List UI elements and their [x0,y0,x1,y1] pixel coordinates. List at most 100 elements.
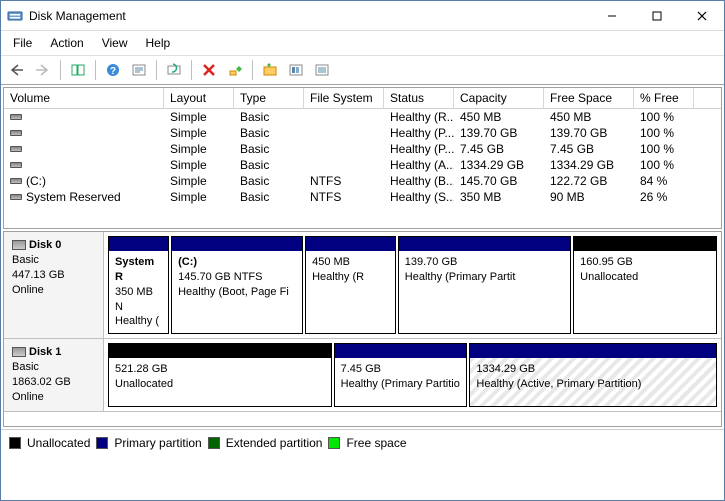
partition-status: Healthy (Boot, Page Fi [178,285,296,300]
partition-size: 139.70 GB [405,255,564,270]
col-header-volume[interactable]: Volume [4,88,164,108]
back-button[interactable] [5,59,29,81]
settings-button[interactable] [284,59,308,81]
partition-stripe [172,237,302,251]
legend-label-extended: Extended partition [226,436,323,450]
col-header-status[interactable]: Status [384,88,454,108]
volume-list-header: Volume Layout Type File System Status Ca… [4,88,721,109]
partition-body: 139.70 GBHealthy (Primary Partit [399,251,570,333]
volume-icon [10,130,22,136]
disk-name: Disk 0 [29,239,61,251]
partition-size: 350 MB N [115,285,162,315]
volume-status: Healthy (P... [384,141,454,157]
volume-layout: Simple [164,141,234,157]
partition-name: (C:) [178,255,296,270]
volume-row[interactable]: System ReservedSimpleBasicNTFSHealthy (S… [4,189,721,205]
disk-size: 1863.02 GB [12,375,95,390]
help-button[interactable]: ? [101,59,125,81]
partition-unallocated[interactable]: 521.28 GBUnallocated [108,343,332,406]
maximize-button[interactable] [634,1,679,30]
partition-size: 160.95 GB [580,255,710,270]
partition-name: System R [115,255,162,285]
partition-primary[interactable]: 450 MBHealthy (R [305,236,396,334]
col-header-fs[interactable]: File System [304,88,384,108]
volume-layout: Simple [164,109,234,125]
disk-info[interactable]: Disk 1Basic1863.02 GBOnline [4,339,104,410]
volume-pct: 100 % [634,157,694,173]
legend-label-primary: Primary partition [114,436,201,450]
forward-button[interactable] [31,59,55,81]
minimize-button[interactable] [589,1,634,30]
partition-status: Healthy (Primary Partitio [341,377,461,392]
partition-stripe [306,237,395,251]
col-header-layout[interactable]: Layout [164,88,234,108]
menu-file[interactable]: File [5,33,40,53]
volume-row[interactable]: (C:)SimpleBasicNTFSHealthy (B...145.70 G… [4,173,721,189]
list-button[interactable] [310,59,334,81]
volume-name: (C:) [26,174,46,188]
legend-label-free: Free space [346,436,406,450]
disk-info[interactable]: Disk 0Basic447.13 GBOnline [4,232,104,338]
partition-size: 7.45 GB [341,362,461,377]
volume-fs [304,157,384,173]
col-header-capacity[interactable]: Capacity [454,88,544,108]
volume-icon [10,162,22,168]
partition-status: Unallocated [115,377,325,392]
new-button[interactable] [223,59,247,81]
volume-pct: 26 % [634,189,694,205]
volume-type: Basic [234,173,304,189]
partition-unallocated[interactable]: 160.95 GBUnallocated [573,236,717,334]
volume-capacity: 1334.29 GB [454,157,544,173]
disk-type: Basic [12,253,95,268]
volume-fs [304,141,384,157]
partition-primary[interactable]: 7.45 GBHealthy (Primary Partitio [334,343,468,406]
disk-map[interactable]: Disk 0Basic447.13 GBOnlineSystem R350 MB… [3,231,722,427]
volume-capacity: 145.70 GB [454,173,544,189]
volume-free: 122.72 GB [544,173,634,189]
volume-row[interactable]: SimpleBasicHealthy (P...7.45 GB7.45 GB10… [4,141,721,157]
partition-primary[interactable]: 139.70 GBHealthy (Primary Partit [398,236,571,334]
volume-type: Basic [234,125,304,141]
title-bar: Disk Management [1,1,724,31]
disk-state: Online [12,390,95,405]
partition-primary[interactable]: 1334.29 GBHealthy (Active, Primary Parti… [469,343,717,406]
delete-button[interactable] [197,59,221,81]
volume-row[interactable]: SimpleBasicHealthy (P...139.70 GB139.70 … [4,125,721,141]
menu-help[interactable]: Help [138,33,179,53]
partition-body: 450 MBHealthy (R [306,251,395,333]
volume-free: 1334.29 GB [544,157,634,173]
volume-list[interactable]: Volume Layout Type File System Status Ca… [3,87,722,229]
volume-capacity: 139.70 GB [454,125,544,141]
volume-fs: NTFS [304,173,384,189]
partition-stripe [470,344,716,358]
show-hide-button[interactable] [66,59,90,81]
volume-icon [10,114,22,120]
volume-type: Basic [234,157,304,173]
partition-status: Healthy (Primary Partit [405,270,564,285]
volume-row[interactable]: SimpleBasicHealthy (R...450 MB450 MB100 … [4,109,721,125]
partition-primary[interactable]: System R350 MB NHealthy ( [108,236,169,334]
menu-bar: File Action View Help [1,31,724,55]
col-header-type[interactable]: Type [234,88,304,108]
volume-pct: 100 % [634,109,694,125]
open-button[interactable] [258,59,282,81]
partition-primary[interactable]: (C:)145.70 GB NTFSHealthy (Boot, Page Fi [171,236,303,334]
menu-view[interactable]: View [94,33,136,53]
col-header-pct[interactable]: % Free [634,88,694,108]
disk-icon [12,347,26,357]
volume-layout: Simple [164,173,234,189]
volume-free: 450 MB [544,109,634,125]
volume-row[interactable]: SimpleBasicHealthy (A...1334.29 GB1334.2… [4,157,721,173]
volume-capacity: 350 MB [454,189,544,205]
close-button[interactable] [679,1,724,30]
properties-button[interactable] [127,59,151,81]
partition-size: 450 MB [312,255,389,270]
volume-layout: Simple [164,189,234,205]
menu-action[interactable]: Action [42,33,91,53]
legend-swatch-unallocated [9,437,21,449]
volume-fs: NTFS [304,189,384,205]
volume-fs [304,125,384,141]
refresh-button[interactable] [162,59,186,81]
col-header-free[interactable]: Free Space [544,88,634,108]
volume-status: Healthy (P... [384,125,454,141]
